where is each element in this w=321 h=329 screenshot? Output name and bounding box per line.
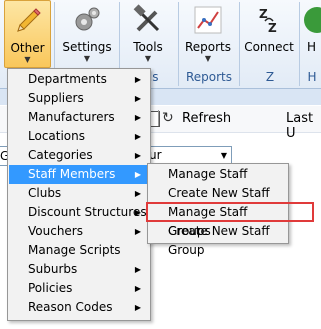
toolbar-divider — [158, 110, 159, 126]
chevron-right-icon: ▶ — [134, 132, 141, 141]
refresh-button[interactable]: Refresh — [182, 111, 231, 126]
menu-item-locations[interactable]: Locations ▶ — [9, 127, 149, 146]
tools-label: Tools — [133, 40, 163, 54]
pencil-icon — [16, 8, 41, 32]
menu-item-suppliers[interactable]: Suppliers ▶ — [9, 89, 149, 108]
menu-item-staff-members[interactable]: Staff Members ▶ — [9, 165, 149, 184]
other-menu: Departments ▶ Suppliers ▶ Manufacturers ▶ L… — [7, 68, 151, 321]
chevron-down-icon: ▼ — [144, 54, 152, 63]
svg-text:Z: Z — [268, 21, 277, 35]
menu-item-reason-codes[interactable]: Reason Codes ▶ — [9, 298, 149, 317]
help-icon — [304, 7, 321, 33]
submenu-item-create-new-staff[interactable]: Create New Staff — [149, 184, 287, 203]
chevron-down-icon: ▼ — [83, 54, 91, 63]
chevron-down-icon: ▼ — [24, 55, 31, 64]
menu-item-vouchers[interactable]: Vouchers ▶ — [9, 222, 149, 241]
tools-icon — [133, 4, 160, 32]
gears-icon — [75, 7, 100, 31]
menu-item-discount-structures[interactable]: Discount Structures ▶ — [9, 203, 149, 222]
chevron-right-icon: ▶ — [134, 284, 141, 293]
other-label: Other — [10, 41, 45, 55]
chevron-right-icon: ▶ — [134, 75, 141, 84]
menu-item-policies[interactable]: Policies ▶ — [9, 279, 149, 298]
chevron-right-icon: ▶ — [134, 227, 141, 236]
menu-item-categories[interactable]: Categories ▶ — [9, 146, 149, 165]
group-label-help: H — [307, 70, 317, 84]
chevron-down-icon: ▼ — [204, 54, 212, 63]
menu-item-suburbs[interactable]: Suburbs ▶ — [9, 260, 149, 279]
last-updated-label: Last U — [286, 111, 314, 141]
menu-item-departments[interactable]: Departments ▶ — [9, 70, 149, 89]
submenu-item-create-new-staff-group[interactable]: Create New Staff Group — [149, 222, 287, 257]
group-label-reports: Reports — [185, 70, 233, 84]
menu-item-clubs[interactable]: Clubs ▶ — [9, 184, 149, 203]
connect-button[interactable]: Z Z Connect — [242, 0, 296, 68]
submenu-item-manage-staff[interactable]: Manage Staff — [149, 165, 287, 184]
chevron-right-icon: ▶ — [134, 189, 141, 198]
chevron-right-icon: ▶ — [134, 113, 141, 122]
menu-item-manage-scripts[interactable]: Manage Scripts — [9, 241, 149, 260]
menu-item-manufacturers[interactable]: Manufacturers ▶ — [9, 108, 149, 127]
chart-icon — [194, 6, 222, 34]
chevron-down-icon[interactable]: ▼ — [221, 147, 227, 164]
zz-icon: Z Z — [259, 7, 277, 35]
help-button[interactable]: H — [303, 0, 321, 68]
settings-label: Settings — [62, 40, 112, 54]
other-button[interactable]: Other ▼ — [4, 0, 51, 68]
settings-button[interactable]: Settings ▼ — [58, 0, 116, 68]
help-label: H — [307, 40, 317, 54]
reports-button[interactable]: Reports ▼ — [181, 0, 235, 68]
refresh-icon[interactable]: ↻ — [162, 110, 176, 126]
annotation-highlight-box — [146, 202, 314, 222]
group-label-zconnect: Z Connect — [245, 70, 295, 102]
connect-label: Connect — [244, 40, 294, 54]
tools-button[interactable]: Tools ▼ — [122, 0, 174, 68]
chevron-right-icon: ▶ — [134, 265, 141, 274]
reports-label: Reports — [184, 40, 232, 54]
chevron-right-icon: ▶ — [134, 208, 141, 217]
chevron-right-icon: ▶ — [134, 170, 141, 179]
chevron-right-icon: ▶ — [134, 303, 141, 312]
chevron-right-icon: ▶ — [134, 151, 141, 160]
chevron-right-icon: ▶ — [134, 94, 141, 103]
